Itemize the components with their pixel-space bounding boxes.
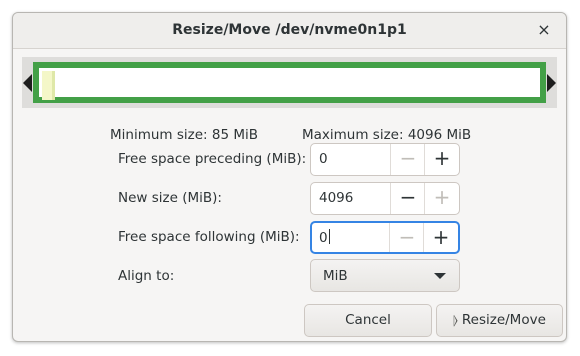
free-space-following-decrement-button[interactable]: − <box>389 223 424 252</box>
free-space-preceding-label: Free space preceding (MiB): <box>118 151 307 167</box>
title-bar: Resize/Move /dev/nvme0n1p1 × <box>13 13 566 49</box>
free-space-preceding-increment-button[interactable]: + <box>424 144 459 175</box>
used-space-fill <box>42 71 55 100</box>
resize-move-icon: ⦊ <box>453 313 458 328</box>
align-to-dropdown[interactable]: MiB <box>310 259 460 292</box>
free-space-following-spinner[interactable]: 0 − + <box>310 221 460 254</box>
dialog-title: Resize/Move /dev/nvme0n1p1 <box>172 22 407 38</box>
chevron-down-icon <box>434 273 446 279</box>
resize-move-button[interactable]: ⦊ Resize/Move <box>436 304 563 337</box>
free-space-following-input-wrap[interactable]: 0 <box>319 229 330 246</box>
free-space-following-increment-button[interactable]: + <box>423 223 458 252</box>
new-size-spinner[interactable]: 4096 − + <box>310 182 460 215</box>
right-resize-handle-icon[interactable] <box>547 74 556 92</box>
free-space-preceding-spinner[interactable]: 0 − + <box>310 143 460 176</box>
close-icon[interactable]: × <box>534 20 554 40</box>
free-space-preceding-input[interactable]: 0 <box>319 151 328 167</box>
resize-move-dialog: Resize/Move /dev/nvme0n1p1 × Minimum siz… <box>12 12 567 342</box>
text-caret <box>328 229 330 244</box>
free-space-preceding-decrement-button[interactable]: − <box>390 144 425 175</box>
align-to-label: Align to: <box>118 268 175 284</box>
maximum-size-label: Maximum size: 4096 MiB <box>302 127 472 143</box>
partition-bar[interactable] <box>33 62 546 103</box>
new-size-decrement-button[interactable]: − <box>390 183 425 214</box>
free-space-following-input[interactable]: 0 <box>319 230 328 246</box>
align-to-selected-value: MiB <box>323 268 348 284</box>
partition-visualizer[interactable] <box>22 57 557 108</box>
new-size-label: New size (MiB): <box>118 190 222 206</box>
resize-move-button-label: Resize/Move <box>461 312 546 328</box>
cancel-button[interactable]: Cancel <box>304 304 432 337</box>
left-resize-handle-icon[interactable] <box>23 74 32 92</box>
free-space-following-label: Free space following (MiB): <box>118 229 300 245</box>
new-size-increment-button[interactable]: + <box>424 183 459 214</box>
new-size-input[interactable]: 4096 <box>319 190 353 206</box>
minimum-size-label: Minimum size: 85 MiB <box>110 127 258 143</box>
